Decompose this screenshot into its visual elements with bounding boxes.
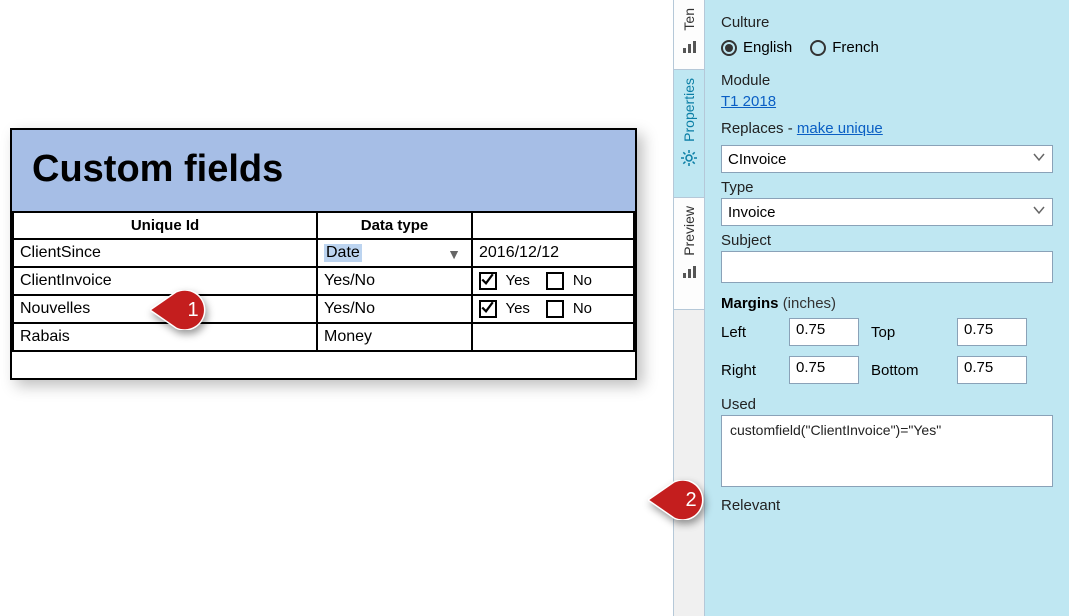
culture-label: Culture bbox=[721, 14, 1053, 31]
cell-value[interactable]: Yes No bbox=[472, 295, 634, 323]
cell-id[interactable]: Nouvelles bbox=[13, 295, 317, 323]
cell-value[interactable]: Yes No bbox=[472, 267, 634, 295]
custom-fields-panel: Custom fields Unique Id Data type Client… bbox=[10, 128, 637, 380]
replaces-combo[interactable]: CInvoice bbox=[721, 145, 1053, 173]
custom-fields-table: Unique Id Data type ClientSince Date ▼ 2… bbox=[12, 211, 635, 352]
cell-type[interactable]: Yes/No bbox=[317, 295, 472, 323]
replaces-label: Replaces - bbox=[721, 120, 797, 137]
type-value: Invoice bbox=[728, 204, 776, 221]
cell-type[interactable]: Date ▼ bbox=[317, 239, 472, 267]
subject-label: Subject bbox=[721, 232, 1053, 249]
col-unique-id: Unique Id bbox=[13, 212, 317, 239]
checkbox-no[interactable] bbox=[546, 300, 564, 318]
radio-label: English bbox=[743, 39, 792, 56]
module-link[interactable]: T1 2018 bbox=[721, 93, 776, 110]
no-label: No bbox=[573, 272, 592, 289]
type-combo[interactable]: Invoice bbox=[721, 198, 1053, 226]
replaces-value: CInvoice bbox=[728, 151, 786, 168]
tab-preview[interactable]: Preview bbox=[674, 198, 704, 310]
cell-id[interactable]: ClientInvoice bbox=[13, 267, 317, 295]
yes-label: Yes bbox=[505, 272, 529, 289]
chevron-down-icon bbox=[1032, 203, 1046, 221]
properties-tabstrip: Ten Properties Preview bbox=[674, 0, 705, 616]
relevant-label: Relevant bbox=[721, 497, 1053, 514]
cell-value[interactable] bbox=[472, 323, 634, 351]
used-expression-box[interactable] bbox=[721, 415, 1053, 487]
chart-bars-icon bbox=[681, 264, 697, 283]
module-label: Module bbox=[721, 72, 1053, 89]
col-value bbox=[472, 212, 634, 239]
cell-type[interactable]: Money bbox=[317, 323, 472, 351]
properties-body: Culture English French Module T1 2018 Re… bbox=[705, 0, 1069, 616]
margins-label: Margins (inches) bbox=[721, 295, 836, 312]
used-label: Used bbox=[721, 396, 1053, 413]
gear-icon bbox=[681, 150, 697, 169]
type-label: Type bbox=[721, 179, 1053, 196]
cell-id[interactable]: Rabais bbox=[13, 323, 317, 351]
no-label: No bbox=[573, 300, 592, 317]
margin-top-input[interactable]: 0.75 bbox=[957, 318, 1027, 346]
chevron-down-icon[interactable]: ▼ bbox=[447, 246, 461, 262]
yes-label: Yes bbox=[505, 300, 529, 317]
table-row[interactable]: ClientSince Date ▼ 2016/12/12 bbox=[13, 239, 634, 267]
culture-french-radio[interactable]: French bbox=[810, 39, 879, 56]
tab-properties[interactable]: Properties bbox=[674, 70, 704, 198]
culture-english-radio[interactable]: English bbox=[721, 39, 792, 56]
margin-top-label: Top bbox=[871, 324, 945, 341]
replaces-make-unique-link[interactable]: make unique bbox=[797, 120, 883, 137]
subject-input[interactable] bbox=[728, 258, 1046, 277]
type-selected: Date bbox=[324, 244, 362, 262]
margin-left-label: Left bbox=[721, 324, 777, 341]
table-row[interactable]: Rabais Money bbox=[13, 323, 634, 351]
col-data-type: Data type bbox=[317, 212, 472, 239]
used-expression-input[interactable] bbox=[728, 420, 1046, 482]
checkbox-yes[interactable] bbox=[479, 272, 497, 290]
margin-bottom-label: Bottom bbox=[871, 362, 945, 379]
checkbox-yes[interactable] bbox=[479, 300, 497, 318]
margin-bottom-input[interactable]: 0.75 bbox=[957, 356, 1027, 384]
radio-label: French bbox=[832, 39, 879, 56]
table-row[interactable]: Nouvelles Yes/No Yes No bbox=[13, 295, 634, 323]
chevron-down-icon bbox=[1032, 150, 1046, 168]
tab-ten[interactable]: Ten bbox=[674, 0, 704, 70]
cell-id[interactable]: ClientSince bbox=[13, 239, 317, 267]
panel-title: Custom fields bbox=[12, 130, 635, 211]
right-properties-area: Ten Properties Preview Culture bbox=[673, 0, 1069, 616]
cell-type[interactable]: Yes/No bbox=[317, 267, 472, 295]
cell-value[interactable]: 2016/12/12 bbox=[472, 239, 634, 267]
margin-right-input[interactable]: 0.75 bbox=[789, 356, 859, 384]
checkbox-no[interactable] bbox=[546, 272, 564, 290]
margin-right-label: Right bbox=[721, 362, 777, 379]
margin-left-input[interactable]: 0.75 bbox=[789, 318, 859, 346]
table-row[interactable]: ClientInvoice Yes/No Yes No bbox=[13, 267, 634, 295]
subject-input-wrap[interactable] bbox=[721, 251, 1053, 283]
chart-bars-icon bbox=[681, 39, 697, 58]
